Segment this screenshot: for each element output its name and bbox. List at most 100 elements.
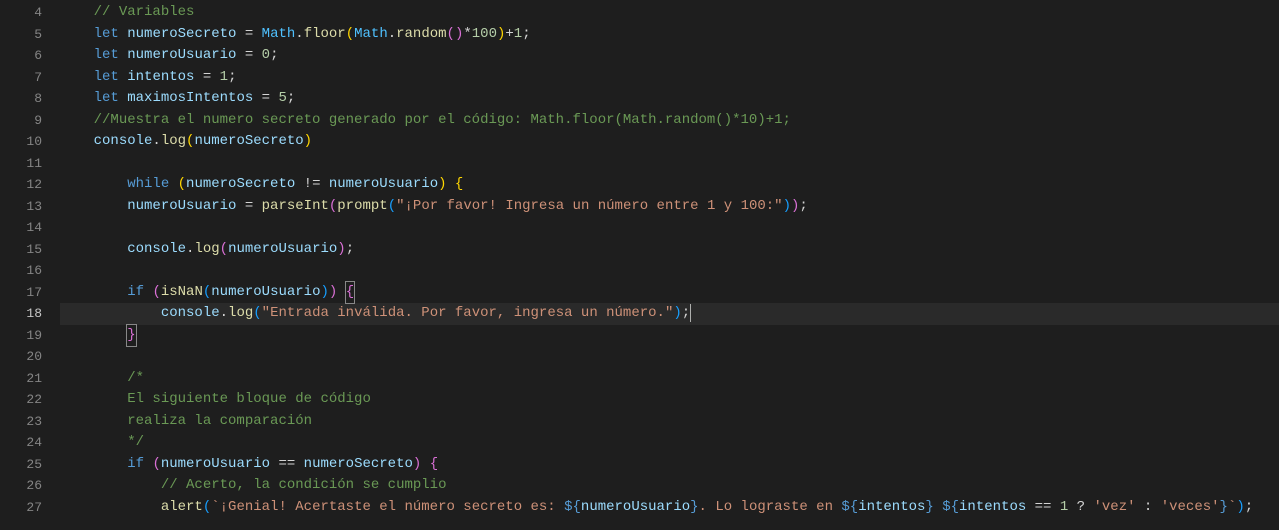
code-line[interactable]: realiza la comparación xyxy=(60,411,1279,433)
line-number[interactable]: 19 xyxy=(0,325,42,347)
line-number[interactable]: 17 xyxy=(0,282,42,304)
code-token xyxy=(144,282,152,304)
code-token: random xyxy=(396,24,446,46)
code-line[interactable] xyxy=(60,217,1279,239)
code-token xyxy=(60,131,94,153)
line-number[interactable]: 13 xyxy=(0,196,42,218)
line-number-gutter[interactable]: 4567891011121314151617181920212223242526… xyxy=(0,0,60,530)
code-line[interactable]: El siguiente bloque de código xyxy=(60,389,1279,411)
line-number[interactable]: 8 xyxy=(0,88,42,110)
line-number[interactable]: 15 xyxy=(0,239,42,261)
code-line[interactable] xyxy=(60,260,1279,282)
code-token xyxy=(60,497,161,519)
line-number[interactable]: 26 xyxy=(0,475,42,497)
code-line[interactable]: while (numeroSecreto != numeroUsuario) { xyxy=(60,174,1279,196)
code-token: while xyxy=(127,174,169,196)
code-line[interactable]: console.log("Entrada inválida. Por favor… xyxy=(60,303,1279,325)
code-token: numeroUsuario xyxy=(228,239,337,261)
code-line[interactable]: } xyxy=(60,325,1279,347)
line-number[interactable]: 9 xyxy=(0,110,42,132)
code-token: // Variables xyxy=(94,2,195,24)
code-token: intentos xyxy=(127,67,194,89)
code-line[interactable] xyxy=(60,153,1279,175)
code-line[interactable] xyxy=(60,346,1279,368)
code-token: let xyxy=(94,24,119,46)
code-token: ( xyxy=(203,497,211,519)
code-token: ; xyxy=(270,45,278,67)
code-token: } xyxy=(690,497,698,519)
code-token xyxy=(119,88,127,110)
line-number[interactable]: 12 xyxy=(0,174,42,196)
line-number[interactable]: 23 xyxy=(0,411,42,433)
code-token: numeroSecreto xyxy=(127,24,236,46)
code-token: ; xyxy=(522,24,530,46)
code-line[interactable]: if (numeroUsuario == numeroSecreto) { xyxy=(60,454,1279,476)
line-number[interactable]: 22 xyxy=(0,389,42,411)
code-line[interactable]: // Variables xyxy=(60,2,1279,24)
code-token: Math xyxy=(262,24,296,46)
code-token: ) xyxy=(497,24,505,46)
code-token: } xyxy=(925,497,933,519)
code-token: + xyxy=(505,24,513,46)
code-token: 100 xyxy=(472,24,497,46)
code-token: ; xyxy=(1245,497,1253,519)
code-token: ) xyxy=(438,174,446,196)
code-line[interactable]: let maximosIntentos = 5; xyxy=(60,88,1279,110)
code-editor[interactable]: 4567891011121314151617181920212223242526… xyxy=(0,0,1279,530)
code-line[interactable]: if (isNaN(numeroUsuario)) { xyxy=(60,282,1279,304)
line-number[interactable]: 16 xyxy=(0,260,42,282)
line-number[interactable]: 6 xyxy=(0,45,42,67)
code-token: /* xyxy=(127,368,144,390)
code-line[interactable]: //Muestra el numero secreto generado por… xyxy=(60,110,1279,132)
code-token: ) xyxy=(304,131,312,153)
line-number[interactable]: 25 xyxy=(0,454,42,476)
code-token: ; xyxy=(346,239,354,261)
line-number[interactable]: 24 xyxy=(0,432,42,454)
code-token: ${ xyxy=(841,497,858,519)
code-token: { xyxy=(345,281,355,305)
code-line[interactable]: numeroUsuario = parseInt(prompt("¡Por fa… xyxy=(60,196,1279,218)
code-token: if xyxy=(127,454,144,476)
code-token: "Entrada inválida. Por favor, ingresa un… xyxy=(262,303,674,325)
line-number[interactable]: 18 xyxy=(0,303,42,325)
code-token: } xyxy=(126,324,136,348)
code-token xyxy=(60,45,94,67)
code-token: ; xyxy=(228,67,236,89)
code-token: ) xyxy=(329,282,337,304)
code-line[interactable]: /* xyxy=(60,368,1279,390)
code-content-area[interactable]: // Variables let numeroSecreto = Math.fl… xyxy=(60,0,1279,530)
line-number[interactable]: 21 xyxy=(0,368,42,390)
line-number[interactable]: 14 xyxy=(0,217,42,239)
code-token: intentos xyxy=(858,497,925,519)
code-token: numeroUsuario xyxy=(161,454,270,476)
code-line[interactable]: */ xyxy=(60,432,1279,454)
line-number[interactable]: 5 xyxy=(0,24,42,46)
code-line[interactable]: // Acerto, la condición se cumplio xyxy=(60,475,1279,497)
code-line[interactable]: let intentos = 1; xyxy=(60,67,1279,89)
code-token: ( xyxy=(329,196,337,218)
code-token: 1 xyxy=(220,67,228,89)
code-token: ( xyxy=(152,454,160,476)
code-token: ; xyxy=(799,196,807,218)
code-token: ) xyxy=(783,196,791,218)
code-token: 0 xyxy=(262,45,270,67)
code-token: ( xyxy=(388,196,396,218)
code-token: El siguiente bloque de código xyxy=(127,389,371,411)
code-token: ( xyxy=(152,282,160,304)
code-line[interactable]: console.log(numeroUsuario); xyxy=(60,239,1279,261)
line-number[interactable]: 11 xyxy=(0,153,42,175)
code-token: Math xyxy=(354,24,388,46)
code-line[interactable]: let numeroSecreto = Math.floor(Math.rand… xyxy=(60,24,1279,46)
line-number[interactable]: 10 xyxy=(0,131,42,153)
code-token: : xyxy=(1136,497,1161,519)
code-token: ) xyxy=(337,239,345,261)
code-token: numeroSecreto xyxy=(186,174,295,196)
line-number[interactable]: 4 xyxy=(0,2,42,24)
line-number[interactable]: 27 xyxy=(0,497,42,519)
code-line[interactable]: alert(`¡Genial! Acertaste el número secr… xyxy=(60,497,1279,519)
code-line[interactable]: console.log(numeroSecreto) xyxy=(60,131,1279,153)
code-token: let xyxy=(94,88,119,110)
line-number[interactable]: 20 xyxy=(0,346,42,368)
line-number[interactable]: 7 xyxy=(0,67,42,89)
code-line[interactable]: let numeroUsuario = 0; xyxy=(60,45,1279,67)
